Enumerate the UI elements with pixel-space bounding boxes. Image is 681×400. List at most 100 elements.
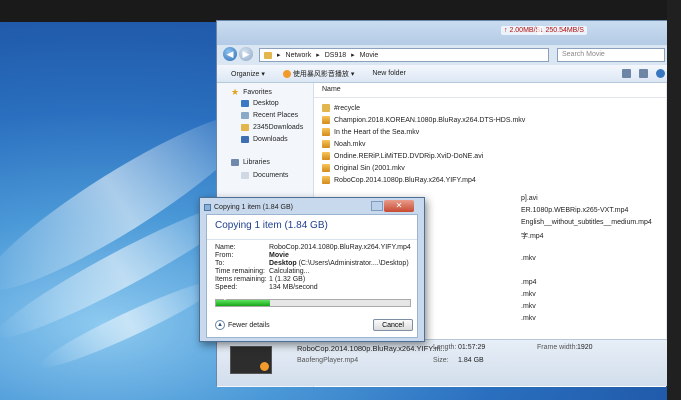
monitor-bezel-top [0, 0, 681, 22]
file-row[interactable]: Champion.2018.KOREAN.1080p.BluRay.x264.D… [322, 116, 525, 124]
preview-pane-icon[interactable] [639, 69, 648, 78]
address-bar[interactable]: ▸ Network ▸ DS918 ▸ Movie [259, 48, 549, 62]
recent-places-icon [241, 112, 249, 119]
file-name-partial[interactable]: .mp4 [521, 279, 537, 286]
desktop-icon [241, 100, 249, 107]
to-value: Desktop (C:\Users\Administrator....\Desk… [269, 260, 409, 267]
name-value: RoboCop.2014.1080p.BluRay.x264.YIFY.mp4 [269, 244, 411, 251]
chevron-right-icon: ▸ [316, 52, 320, 59]
organize-button[interactable]: Organize ▾ [231, 70, 265, 78]
folder-icon [264, 51, 272, 59]
file-name-partial[interactable]: p].avi [521, 195, 538, 202]
breadcrumb-network[interactable]: Network [286, 52, 312, 59]
file-name: Noah.mkv [334, 140, 366, 148]
monitor-bezel-right [667, 0, 681, 400]
copy-progress-bar [215, 299, 411, 307]
file-row[interactable]: In the Heart of the Sea.mkv [322, 128, 419, 136]
video-file-icon [322, 152, 330, 160]
forward-button[interactable]: ▶ [239, 47, 253, 61]
file-row[interactable]: Ondine.RERiP.LiMiTED.DVDRip.XviD-DoNE.av… [322, 152, 483, 160]
baofeng-icon [282, 69, 291, 78]
time-remaining-value: Calculating... [269, 268, 310, 275]
video-thumbnail [230, 346, 272, 374]
dialog-title: Copying 1 item (1.84 GB) [214, 204, 293, 211]
view-controls [622, 69, 665, 78]
sidebar-item-recent-places[interactable]: Recent Places [241, 112, 298, 119]
sidebar-item-label: Documents [253, 172, 289, 179]
items-remaining-label: Items remaining: [215, 276, 267, 283]
favorites-header[interactable]: ★ Favorites [231, 87, 272, 98]
help-icon[interactable] [656, 69, 665, 78]
sidebar-item-documents[interactable]: Documents [241, 172, 288, 179]
close-button[interactable]: ✕ [384, 200, 414, 212]
chevron-right-icon: ▸ [277, 52, 281, 59]
search-input[interactable]: Search Movie [557, 48, 665, 62]
file-row[interactable]: Original Sin (2001.mkv [322, 164, 405, 172]
breadcrumb-ds918[interactable]: DS918 [325, 52, 346, 59]
file-name-partial[interactable]: 字.mp4 [521, 231, 544, 241]
download-speed: ↓ 250.54MB/S [537, 26, 587, 35]
sidebar-item-downloads[interactable]: Downloads [241, 136, 288, 143]
file-name-partial[interactable]: .mkv [521, 303, 536, 310]
file-name: Champion.2018.KOREAN.1080p.BluRay.x264.D… [334, 116, 526, 124]
details-size-value: 1.84 GB [458, 357, 484, 364]
favorites-label: Favorites [243, 89, 272, 96]
file-name-partial[interactable]: .mkv [521, 291, 536, 298]
libraries-header[interactable]: Libraries [231, 159, 270, 166]
file-name-partial[interactable]: ER.1080p.WEBRip.x265-VXT.mp4 [521, 207, 628, 214]
details-file-title: RoboCop.2014.1080p.BluRay.x264.YIFY.m... [297, 344, 447, 353]
details-length-value: 01:57:29 [458, 344, 486, 351]
progress-fill [216, 300, 271, 306]
navigation-bar: ◀ ▶ ▸ Network ▸ DS918 ▸ Movie Search Mov… [217, 45, 675, 65]
file-name-partial[interactable]: .mkv [521, 315, 536, 322]
file-name: RoboCop.2014.1080p.BluRay.x264.YIFY.mp4 [334, 176, 476, 184]
fewer-details-toggle[interactable]: ▲ Fewer details [215, 320, 270, 330]
divider [207, 239, 417, 240]
file-name: #recycle [334, 104, 361, 112]
file-name-partial[interactable]: .mkv [521, 255, 536, 262]
documents-icon [241, 172, 249, 179]
breadcrumb-movie[interactable]: Movie [360, 52, 379, 59]
details-size-label: Size: [433, 357, 449, 364]
baofeng-icon [260, 362, 269, 371]
file-name: Ondine.RERiP.LiMiTED.DVDRip.XviD-DoNE.av… [334, 152, 484, 160]
folder-icon [322, 104, 330, 112]
new-folder-button[interactable]: New folder [372, 70, 405, 77]
title-bar: ↑ 2.00MB/S ↓ 250.54MB/S [217, 21, 675, 45]
sidebar-item-desktop[interactable]: Desktop [241, 100, 279, 107]
dialog-heading: Copying 1 item (1.84 GB) [215, 220, 328, 231]
copy-icon [204, 204, 211, 211]
details-file-type: BaofengPlayer.mp4 [297, 357, 359, 364]
cancel-button[interactable]: Cancel [373, 319, 413, 331]
to-path: (C:\Users\Administrator....\Desktop) [298, 260, 409, 267]
sidebar-item-label: Desktop [253, 100, 279, 107]
back-button[interactable]: ◀ [223, 47, 237, 61]
speed-value: 134 MB/second [269, 284, 318, 291]
from-label: From: [215, 252, 234, 259]
play-with-baofeng-button[interactable]: 使用暴风影音播放 ▾ [282, 69, 354, 79]
dialog-body: Copying 1 item (1.84 GB) Name: RoboCop.2… [206, 214, 418, 338]
copy-progress-dialog: Copying 1 item (1.84 GB) ✕ Copying 1 ite… [199, 197, 425, 342]
time-remaining-label: Time remaining: [215, 268, 265, 275]
libraries-icon [231, 159, 239, 166]
minimize-button[interactable] [371, 201, 383, 211]
file-name-partial[interactable]: English__without_subtitles__medium.mp4 [521, 219, 652, 226]
file-row-recycle[interactable]: #recycle [322, 104, 360, 112]
folder-icon [241, 124, 249, 131]
sidebar-item-2345downloads[interactable]: 2345Downloads [241, 124, 303, 131]
file-row[interactable]: Noah.mkv [322, 140, 366, 148]
video-file-icon [322, 176, 330, 184]
file-row-selected[interactable]: RoboCop.2014.1080p.BluRay.x264.YIFY.mp4 [322, 176, 476, 184]
video-file-icon [322, 140, 330, 148]
to-link[interactable]: Desktop [269, 260, 297, 267]
from-link[interactable]: Movie [269, 252, 289, 259]
chevron-right-icon: ▸ [351, 52, 355, 59]
libraries-label: Libraries [243, 159, 270, 166]
star-icon: ★ [231, 87, 240, 97]
sidebar-item-label: Recent Places [253, 112, 299, 119]
command-bar: Organize ▾ 使用暴风影音播放 ▾ New folder [217, 65, 675, 83]
details-pane: RoboCop.2014.1080p.BluRay.x264.YIFY.m...… [217, 339, 675, 386]
views-icon[interactable] [622, 69, 631, 78]
file-name: Original Sin (2001.mkv [334, 164, 405, 172]
column-header-name[interactable]: Name [322, 86, 341, 93]
